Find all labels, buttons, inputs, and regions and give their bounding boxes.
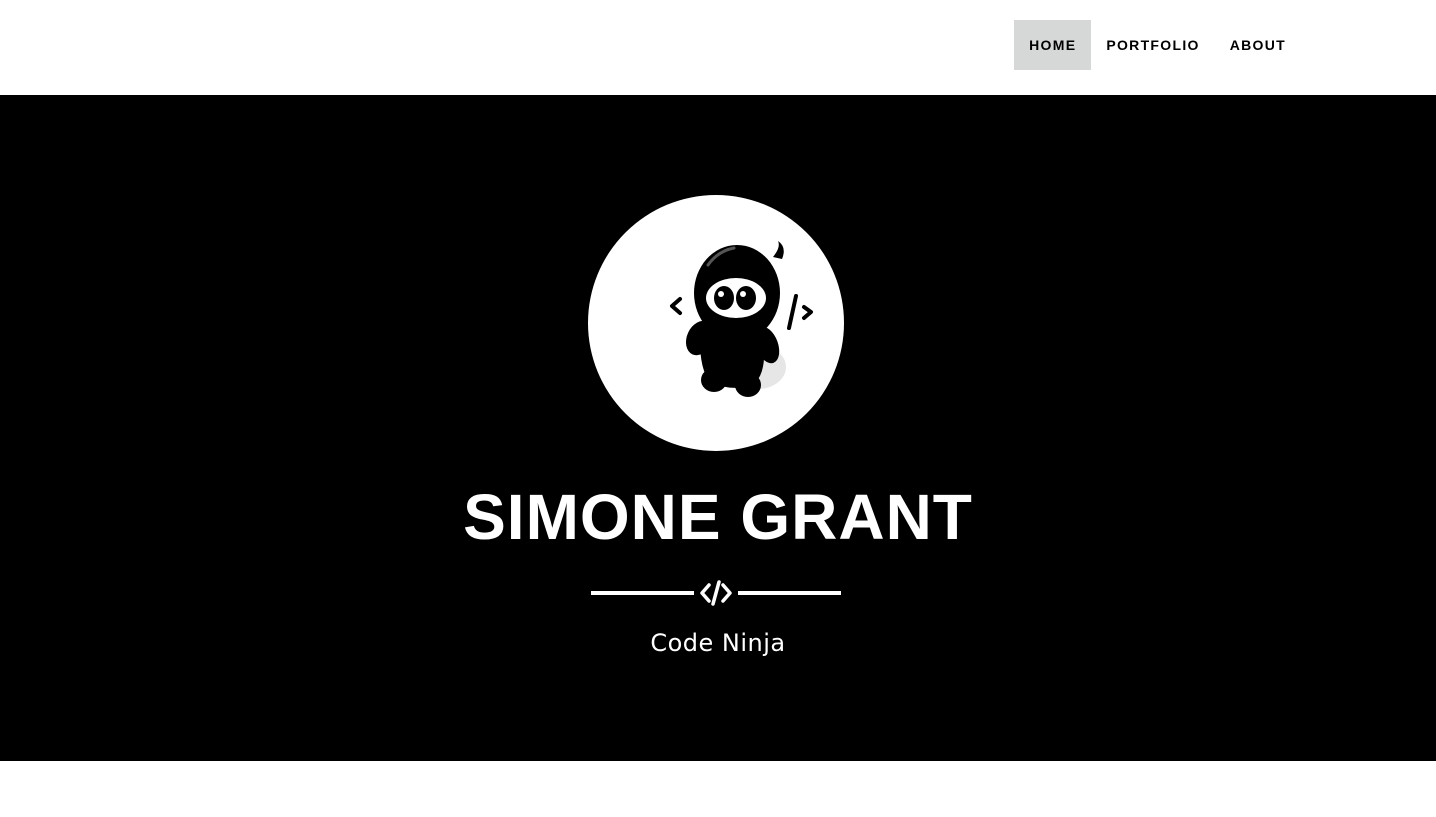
hero-subtitle: Code Ninja: [650, 629, 786, 657]
hero-section: SIMONE GRANT Code Ninja: [0, 95, 1436, 761]
nav-item-about[interactable]: ABOUT: [1215, 20, 1301, 70]
avatar: [588, 195, 844, 451]
divider-line-right: [738, 591, 841, 595]
code-icon: [700, 580, 732, 606]
nav-item-home[interactable]: HOME: [1014, 20, 1092, 70]
hero-name: SIMONE GRANT: [463, 481, 973, 553]
nav-item-portfolio[interactable]: PORTFOLIO: [1091, 20, 1214, 70]
hero-divider: [591, 579, 841, 607]
nav-menu: HOME PORTFOLIO ABOUT: [1014, 20, 1301, 70]
divider-line-left: [591, 591, 694, 595]
ninja-coder-icon: [670, 241, 813, 397]
top-navbar: HOME PORTFOLIO ABOUT: [0, 0, 1436, 95]
